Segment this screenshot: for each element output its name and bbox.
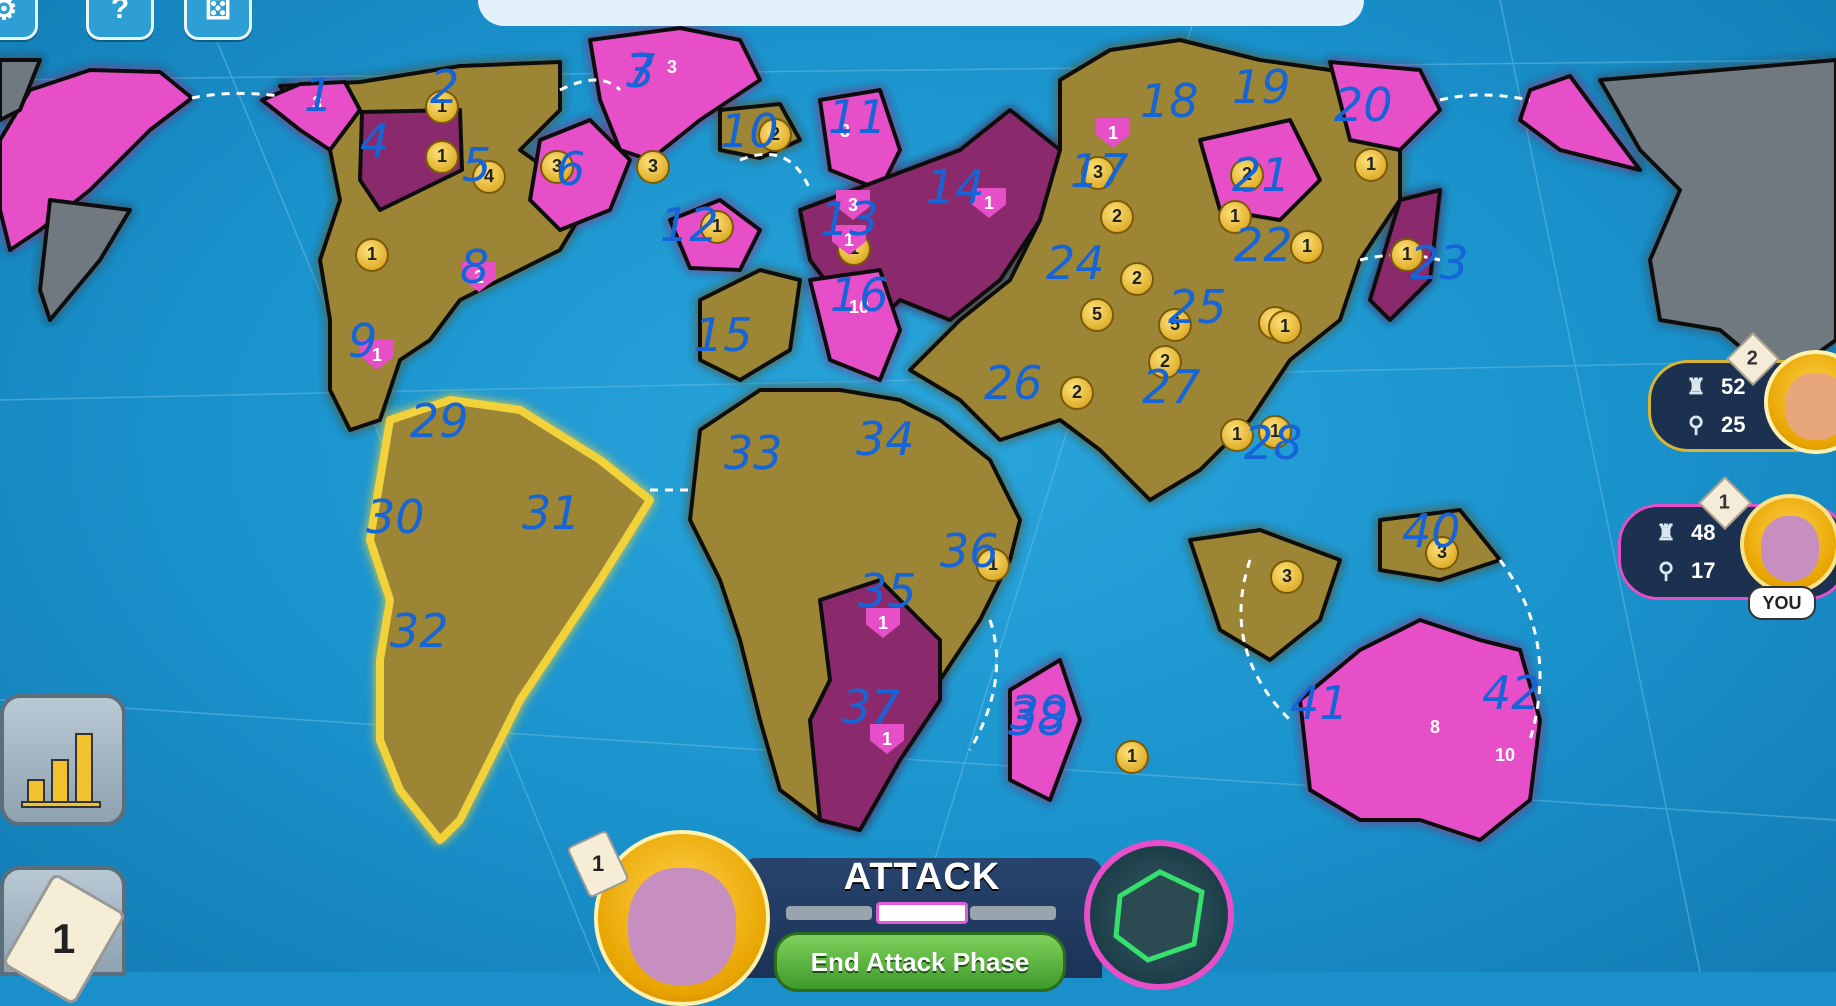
opponent-territories: 25: [1721, 412, 1746, 437]
troop-marker[interactable]: 5: [1158, 308, 1192, 342]
end-attack-phase-button[interactable]: End Attack Phase: [774, 932, 1066, 992]
territory-pin-icon: ⚲: [1687, 412, 1705, 437]
troop-marker[interactable]: 1: [1218, 200, 1252, 234]
troop-marker[interactable]: 1: [976, 548, 1010, 582]
world-map: [0, 0, 1836, 972]
troop-marker[interactable]: 1: [1390, 238, 1424, 272]
troop-marker[interactable]: 1: [1290, 230, 1324, 264]
phase-segment-2-active: [876, 902, 968, 924]
current-player-avatar[interactable]: [594, 830, 770, 1006]
dice-icon: ⚄: [204, 0, 232, 26]
soldier-icon: ♜: [1686, 374, 1706, 399]
neutral-land-east: [1598, 58, 1836, 382]
troop-marker[interactable]: 1: [355, 238, 389, 272]
troop-marker[interactable]: 3: [1270, 560, 1304, 594]
you-label: YOU: [1748, 586, 1816, 620]
soldier-icon: ♜: [1656, 520, 1676, 545]
troop-marker[interactable]: 5: [1080, 298, 1114, 332]
troop-marker[interactable]: 3: [540, 150, 574, 184]
troop-marker[interactable]: 1: [1258, 415, 1292, 449]
troop-marker[interactable]: 3: [636, 150, 670, 184]
dice-button[interactable]: ⚄: [184, 0, 252, 40]
region-south-america[interactable]: [366, 396, 654, 844]
territory-pin-icon: ⚲: [1657, 558, 1675, 583]
troop-marker[interactable]: 1: [700, 210, 734, 244]
troop-marker[interactable]: 1: [425, 140, 459, 174]
troop-marker[interactable]: 3: [1081, 156, 1115, 190]
troop-marker[interactable]: 1: [1220, 418, 1254, 452]
troop-marker[interactable]: 2: [1100, 200, 1134, 234]
opponent-troops: 52: [1721, 374, 1746, 399]
statistics-button[interactable]: [0, 694, 126, 826]
territory-south-europe[interactable]: [808, 268, 902, 382]
phase-title: ATTACK: [843, 856, 1001, 898]
cards-button[interactable]: 1: [0, 866, 127, 1006]
gear-icon: ⚙: [0, 0, 18, 26]
troop-marker[interactable]: 1: [1354, 148, 1388, 182]
troop-marker[interactable]: 2: [1120, 262, 1154, 296]
territory-west-europe[interactable]: [698, 268, 802, 382]
bar-chart-icon: [21, 733, 101, 808]
top-status-bar: [478, 0, 1364, 26]
card-icon: 1: [1, 872, 127, 1006]
troop-marker[interactable]: 3: [1425, 536, 1459, 570]
you-avatar[interactable]: [1740, 494, 1836, 594]
troop-marker[interactable]: 2: [1148, 345, 1182, 379]
troop-marker[interactable]: 2: [1060, 376, 1094, 410]
phase-segment-1: [786, 906, 872, 920]
troop-marker[interactable]: 4: [472, 160, 506, 194]
troop-marker[interactable]: 2: [758, 118, 792, 152]
troop-marker[interactable]: 1: [1115, 740, 1149, 774]
territory-indonesia[interactable]: [1188, 528, 1342, 662]
mission-objective-button[interactable]: [1084, 840, 1234, 990]
troop-marker[interactable]: 1: [1268, 310, 1302, 344]
mission-gem-icon: [1113, 869, 1205, 963]
troop-marker[interactable]: 2: [1230, 158, 1264, 192]
territory-madagascar[interactable]: [1008, 658, 1082, 802]
troop-marker[interactable]: 1: [425, 90, 459, 124]
help-button[interactable]: ?: [86, 0, 154, 40]
you-territories: 17: [1691, 558, 1716, 583]
cards-count: 1: [52, 914, 76, 962]
help-icon: ?: [110, 0, 130, 25]
settings-button[interactable]: ⚙: [0, 0, 38, 40]
phase-segment-3: [970, 906, 1056, 920]
you-troops: 48: [1691, 520, 1716, 545]
